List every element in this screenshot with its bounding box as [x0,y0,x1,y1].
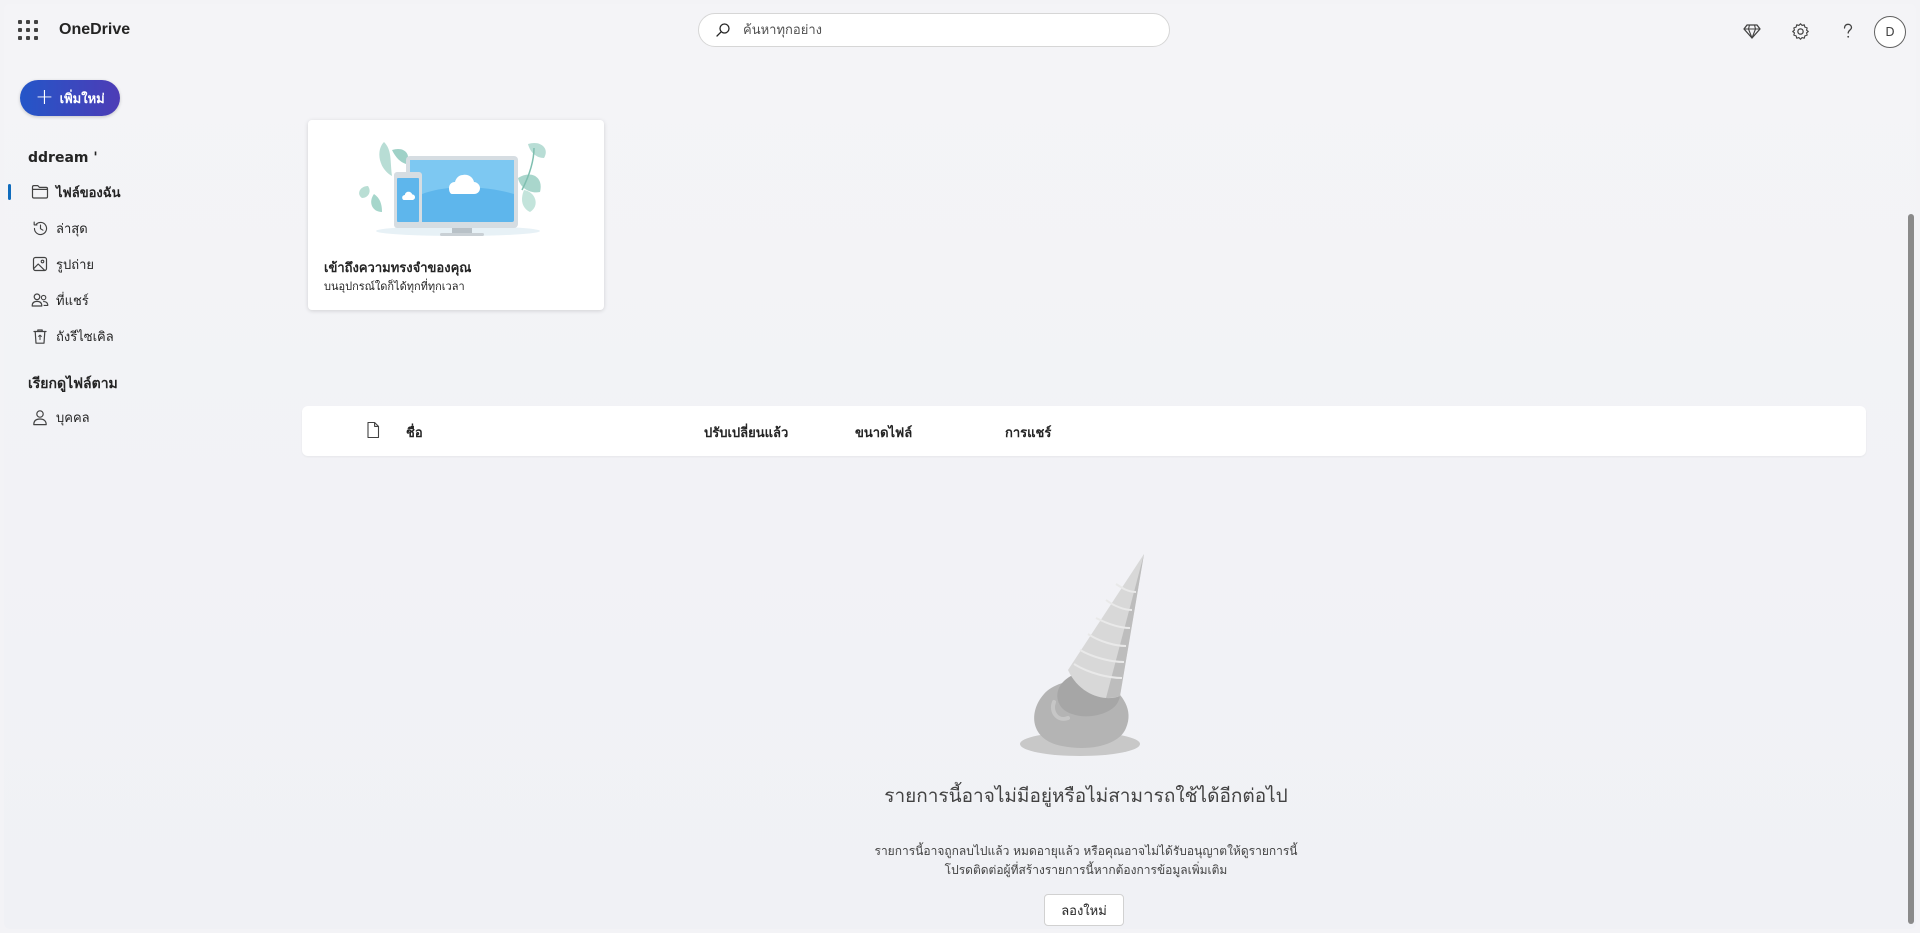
sidebar-item-recycle-bin[interactable]: ถังรีไซเคิล [4,320,244,352]
plus-icon: + [35,85,54,110]
sidebar-item-label: ถังรีไซเคิล [56,329,114,345]
sidebar-item-label: ล่าสุด [56,221,88,237]
browse-files-by-heading: เรียกดูไฟล์ตาม [28,376,118,392]
memories-promo-card[interactable]: เข้าถึงความทรงจำของคุณ บนอุปกรณ์ใดก็ได้ท… [308,120,604,310]
recycle-bin-icon [30,326,50,346]
fallen-ice-cream-illustration [1020,554,1144,756]
retry-button[interactable]: ลองใหม่ [1044,894,1124,926]
promo-title: เข้าถึงความทรงจำของคุณ [324,261,472,276]
app-title[interactable]: OneDrive [59,21,130,39]
sidebar-item-shared[interactable]: ที่แชร์ [4,284,244,316]
avatar[interactable]: D [1874,16,1906,48]
empty-state-title: รายการนี้อาจไม่มีอยู่หรือไม่สามารถใช้ได้… [884,785,1288,807]
empty-state-description: รายการนี้อาจถูกลบไปแล้ว หมดอายุแล้ว หรือ… [874,844,1298,877]
new-button-label: เพิ่มใหม่ [59,91,105,107]
premium-diamond-icon[interactable] [1741,20,1763,42]
vertical-scrollbar[interactable] [1908,214,1914,924]
file-type-icon[interactable] [366,421,380,443]
help-icon[interactable] [1837,20,1859,42]
app-launcher-icon[interactable] [18,20,38,40]
app-window: OneDrive D [4,4,1916,929]
folder-icon [30,182,50,202]
history-icon [30,218,50,238]
sidebar-item-label: บุคคล [56,410,90,426]
file-list-header: ชื่อ ปรับเปลี่ยนแล้ว ขนาดไฟล์ การแชร์ [302,406,1866,456]
account-name: ddream ' [28,150,98,166]
devices-illustration [359,142,546,236]
search-input[interactable] [743,22,1143,38]
new-button[interactable]: + เพิ่มใหม่ [20,80,120,116]
column-header-name[interactable]: ชื่อ [406,422,423,443]
gear-icon[interactable] [1789,20,1811,42]
column-header-file-size[interactable]: ขนาดไฟล์ [855,422,912,443]
people-icon [30,290,50,310]
search-icon [716,23,730,37]
search-box[interactable] [698,13,1170,47]
column-header-modified[interactable]: ปรับเปลี่ยนแล้ว [704,422,788,443]
sidebar-item-label: ไฟล์ของฉัน [56,185,121,201]
promo-subtitle: บนอุปกรณ์ใดก็ได้ทุกที่ทุกเวลา [324,280,465,293]
sidebar-item-my-files[interactable]: ไฟล์ของฉัน [4,176,244,208]
sidebar-item-recent[interactable]: ล่าสุด [4,212,244,244]
person-icon [30,407,50,427]
sidebar-item-label: ที่แชร์ [56,293,89,309]
column-header-sharing[interactable]: การแชร์ [1005,422,1051,443]
sidebar-item-label: รูปถ่าย [56,257,95,273]
sidebar-item-people[interactable]: บุคคล [4,401,244,433]
image-icon [30,254,50,274]
top-bar: OneDrive D [4,4,1916,60]
sidebar-item-photos[interactable]: รูปถ่าย [4,248,244,280]
